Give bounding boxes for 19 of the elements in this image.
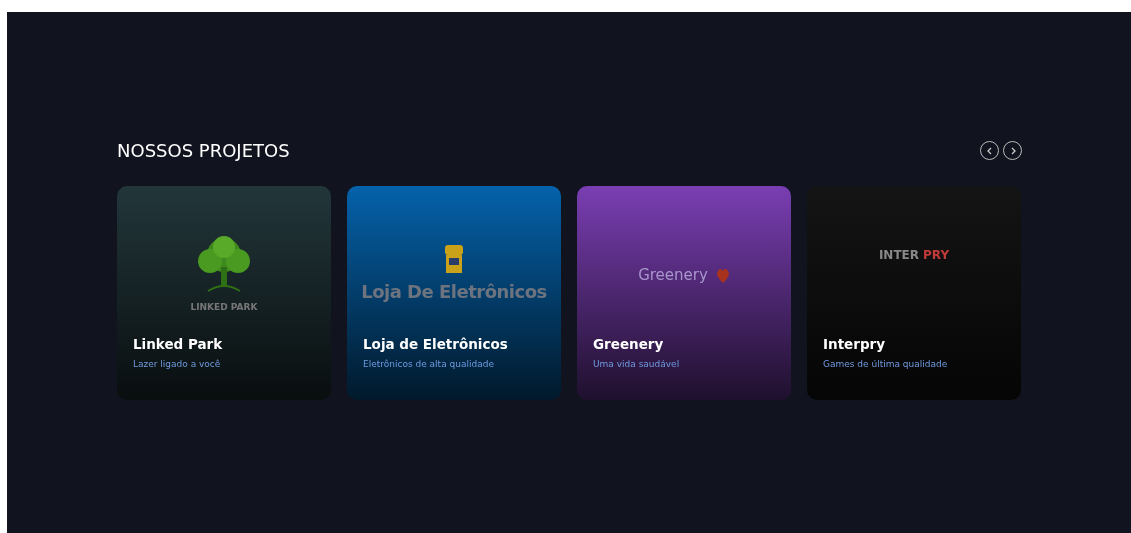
project-subtitle: Uma vida saudável [593, 358, 681, 372]
project-subtitle: Lazer ligado a você [133, 358, 222, 372]
logo-text: LINKED PARK [190, 301, 258, 314]
project-card[interactable]: Loja De Eletrônicos Loja de Eletrônicos Eletrônicos de alta qualidade [347, 185, 561, 400]
project-title: Linked Park [133, 335, 224, 353]
project-title: Greenery [593, 335, 665, 353]
project-subtitle: Games de última qualidade [823, 358, 949, 372]
project-subtitle: Eletrônicos de alta qualidade [363, 358, 495, 372]
project-card[interactable]: LINKED PARK Linked Park Lazer ligado a você [117, 185, 331, 400]
logo-text: INTER [878, 246, 920, 264]
section-title: NOSSOS PROJETOS [117, 140, 290, 162]
project-card[interactable]: Greenery Greenery Uma vida saudável [577, 185, 791, 400]
project-title: Interpry [823, 335, 887, 353]
logo-text: PRY [923, 246, 950, 264]
project-title: Loja de Eletrônicos [363, 335, 509, 353]
logo-text: Loja De Eletrônicos [361, 280, 547, 305]
store-icon [444, 244, 464, 275]
logo-text: Greenery [638, 264, 708, 286]
project-card[interactable]: INTER PRY Interpry Games de última qualidade [807, 185, 1021, 400]
